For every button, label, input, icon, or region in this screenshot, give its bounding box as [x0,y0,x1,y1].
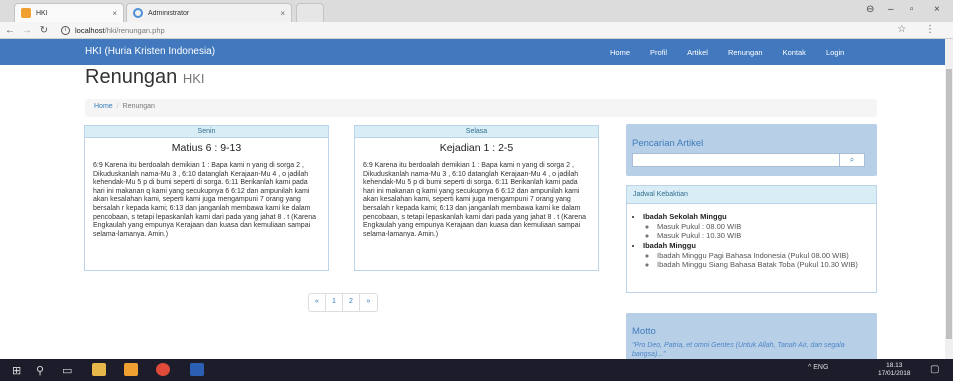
hki-favicon-icon [21,8,31,18]
schedule-panel: Jadwal Kebaktian Ibadah Sekolah Minggu M… [626,185,877,293]
tab-close-icon[interactable]: × [112,9,117,18]
pagination-prev[interactable]: « [309,294,326,311]
schedule-category: Ibadah Sekolah Minggu Masuk Pukul : 08.0… [643,212,876,240]
schedule-list: Ibadah Sekolah Minggu Masuk Pukul : 08.0… [637,212,876,269]
card-text: 6:9 Karena itu berdoalah demikian 1 : Ba… [363,162,586,238]
page-title: Renungan HKI [85,66,205,89]
card-reference: Kejadian 1 : 2-5 [439,142,514,154]
pagination-page-1[interactable]: 1 [326,294,343,311]
site-brand[interactable]: HKI (Huria Kristen Indonesia) [85,46,215,57]
pagination-next[interactable]: » [360,294,377,311]
page-title-text: Renungan [85,66,178,88]
profile-icon[interactable]: ⊖ [866,4,874,15]
loading-favicon-icon [133,8,143,18]
nav-home[interactable]: Home [610,48,630,57]
schedule-item: Masuk Pukul : 08.00 WIB [657,222,876,231]
nav-renungan[interactable]: Renungan [728,48,763,57]
breadcrumb: Home / Renungan [85,99,877,117]
pagination-page-2[interactable]: 2 [343,294,360,311]
schedule-title: Jadwal Kebaktian [627,186,876,204]
pagination: « 1 2 » [308,293,378,312]
schedule-item: Ibadah Minggu Siang Bahasa Batak Toba (P… [657,260,876,269]
card-day: Senin [85,126,328,138]
maximize-icon[interactable]: ▫ [910,4,914,15]
breadcrumb-separator: / [116,103,119,110]
card-reference: Matius 6 : 9-13 [171,142,242,154]
search-icon: ⌕ [849,155,855,164]
tab-title: HKI [36,9,48,17]
word-icon[interactable] [190,363,204,376]
back-icon[interactable]: ← [3,25,17,36]
motto-title: Motto [632,326,656,337]
taskbar-clock[interactable]: 18.13 17/01/2018 [878,362,911,378]
xampp-icon[interactable] [124,363,138,376]
address-bar: ← → ↻ i localhost/hki/renungan.php ☆ ⋮ [0,22,953,39]
schedule-category: Ibadah Minggu Ibadah Minggu Pagi Bahasa … [643,241,876,269]
page-subtitle: HKI [182,71,205,86]
nav-login[interactable]: Login [826,48,844,57]
schedule-item: Ibadah Minggu Pagi Bahasa Indonesia (Puk… [657,251,876,260]
scrollbar-thumb[interactable] [946,69,952,339]
search-input[interactable] [632,153,846,167]
windows-start-icon[interactable]: ⊞ [12,364,21,377]
new-tab-button[interactable] [296,3,324,22]
search-icon[interactable]: ⚲ [36,364,44,377]
chrome-icon[interactable] [156,363,170,376]
bookmark-menu-icons[interactable]: ☆ ⋮ [897,24,943,35]
site-navbar: HKI (Huria Kristen Indonesia) Home Profi… [0,39,953,65]
info-icon[interactable]: i [61,25,70,35]
search-title: Pencarian Artikel [632,138,704,149]
nav-kontak[interactable]: Kontak [783,48,806,57]
card-day: Selasa [355,126,598,138]
motto-text: "Pro Deo, Patria, et omni Gentes (Untuk … [632,342,845,358]
nav-profil[interactable]: Profil [650,48,667,57]
taskbar: ⊞ ⚲ ▭ ^ ENG 18.13 17/01/2018 ▢ [0,359,953,381]
nav-links: Home Profil Artikel Renungan Kontak Logi… [610,48,864,57]
minimize-icon[interactable]: – [888,4,894,15]
url-path: /hki/renungan.php [104,25,165,35]
nav-artikel[interactable]: Artikel [687,48,708,57]
url-field[interactable]: i localhost/hki/renungan.php [61,25,165,35]
tab-hki[interactable]: HKI × [14,3,124,22]
search-panel: Pencarian Artikel [626,124,877,176]
forward-icon[interactable]: → [20,25,34,36]
breadcrumb-current: Renungan [122,103,155,110]
task-view-icon[interactable]: ▭ [62,364,72,377]
schedule-category-name: Ibadah Minggu [643,241,696,250]
devotion-card-selasa: Selasa Kejadian 1 : 2-5 6:9 Karena itu b… [354,125,599,271]
search-button[interactable]: ⌕ [839,153,865,167]
notification-icon[interactable]: ▢ [930,364,939,375]
card-text: 6:9 Karena itu berdoalah demikian 1 : Ba… [93,162,316,238]
system-tray[interactable]: ^ ENG [808,364,828,371]
tab-close-icon[interactable]: × [280,9,285,18]
schedule-category-name: Ibadah Sekolah Minggu [643,212,727,221]
browser-tabstrip: HKI × Administrator × ⊖ – ▫ × [0,0,953,22]
clock-time: 18.13 [886,362,903,369]
tab-title: Administrator [148,9,190,17]
breadcrumb-home[interactable]: Home [94,103,113,110]
tab-administrator[interactable]: Administrator × [126,3,292,22]
schedule-item: Masuk Pukul : 10.30 WIB [657,231,876,240]
page-scrollbar[interactable] [945,39,953,359]
file-explorer-icon[interactable] [92,363,106,376]
devotion-card-senin: Senin Matius 6 : 9-13 6:9 Karena itu ber… [84,125,329,271]
reload-icon[interactable]: ↻ [37,25,51,36]
window-close-icon[interactable]: × [934,4,940,15]
clock-date: 17/01/2018 [878,370,911,377]
url-host: localhost [75,25,105,35]
